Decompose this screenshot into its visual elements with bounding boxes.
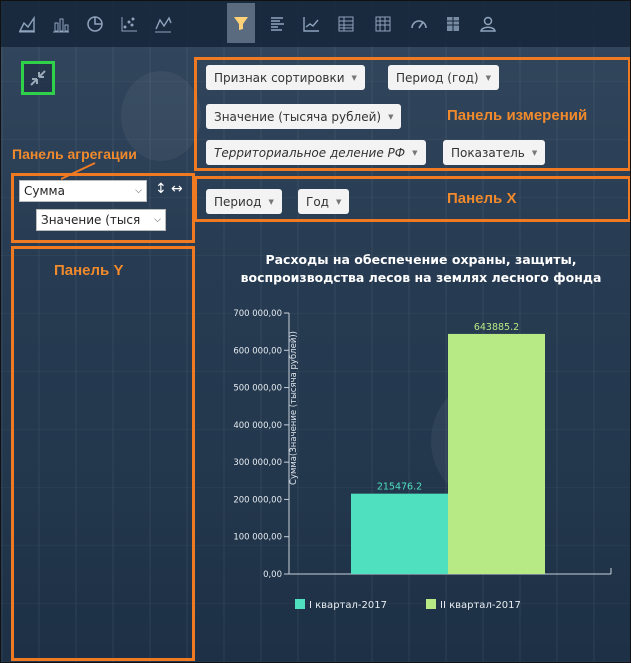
pie-chart-icon xyxy=(87,16,103,32)
gauge-icon xyxy=(411,20,427,29)
bar-chart-icon xyxy=(53,18,69,33)
chip-label: Значение (тысяча рублей) xyxy=(214,109,382,124)
caret-down-icon: ▼ xyxy=(531,148,538,157)
legend-label: II квартал-2017 xyxy=(440,600,521,611)
line-area-icon xyxy=(155,16,172,33)
y-tick-label: 700 000,00 xyxy=(233,309,282,319)
chip-label: Период xyxy=(214,194,262,209)
legend-swatch xyxy=(426,599,436,609)
area-chart-icon xyxy=(18,15,35,33)
bar-chart-button[interactable] xyxy=(47,10,75,38)
caret-down-icon: ▼ xyxy=(335,197,342,206)
line-area-button[interactable] xyxy=(149,10,177,38)
y-tick-label: 600 000,00 xyxy=(233,346,282,356)
chart-type-toolbar xyxy=(1,1,630,47)
chart-title: Расходы на обеспечение охраны, защиты, в… xyxy=(211,251,630,287)
collapse-arrows-icon xyxy=(30,70,46,86)
pivot-table-button[interactable] xyxy=(369,10,397,38)
line-chart-button[interactable] xyxy=(297,10,325,38)
line-chart-icon xyxy=(303,17,319,32)
select-value: Значение (тыся xyxy=(41,213,141,227)
caret-down-icon: ▼ xyxy=(268,197,274,206)
bar xyxy=(351,493,448,574)
y-tick-label: 200 000,00 xyxy=(233,495,282,505)
caret-down-icon: ▼ xyxy=(388,112,394,121)
table-chart-button[interactable] xyxy=(332,10,360,38)
chip-label: Год xyxy=(306,194,329,209)
chip-label: Период (год) xyxy=(396,70,479,85)
chart-title-line2: воспроизводства лесов на землях лесного … xyxy=(240,270,602,285)
x-chip-period[interactable]: Период ▼ xyxy=(206,189,282,214)
chart-title-line1: Расходы на обеспечение охраны, защиты, xyxy=(265,252,577,267)
select-value: Сумма xyxy=(24,184,65,198)
stacked-bar-button[interactable] xyxy=(263,10,291,38)
chevron-down-icon: ⌵ xyxy=(135,186,142,196)
sort-vertical-icon[interactable]: ↕ xyxy=(155,181,167,197)
dimensions-panel-label: Панель измерений xyxy=(447,107,588,124)
user-icon xyxy=(480,16,496,32)
grid-table-button[interactable] xyxy=(439,10,467,38)
caret-down-icon: ▼ xyxy=(351,73,357,82)
funnel-chart-button[interactable] xyxy=(227,3,255,43)
y-tick-label: 100 000,00 xyxy=(233,533,282,543)
y-panel xyxy=(11,246,195,661)
caret-down-icon: ▼ xyxy=(412,148,418,157)
y-panel-label: Панель Y xyxy=(54,262,124,279)
pie-chart-button[interactable] xyxy=(81,10,109,38)
app-window: Признак сортировки ▼ Период (год) ▼ Значен… xyxy=(0,0,631,663)
dimension-chip-value[interactable]: Значение (тысяча рублей) ▼ xyxy=(206,104,402,129)
caret-down-icon: ▼ xyxy=(485,73,491,82)
dimension-chip-period-year[interactable]: Период (год) ▼ xyxy=(388,65,499,90)
legend-swatch xyxy=(295,599,305,609)
chip-label: Признак сортировки xyxy=(214,70,345,85)
scatter-chart-button[interactable] xyxy=(115,10,143,38)
stacked-bar-icon xyxy=(271,17,284,31)
dimension-chip-territory[interactable]: Территориальное деление РФ ▼ xyxy=(206,140,426,165)
area-chart-button[interactable] xyxy=(13,10,41,38)
dimension-chip-indicator[interactable]: Показатель ▼ xyxy=(443,140,546,165)
aggregation-panel-label: Панель агрегации xyxy=(12,146,137,162)
x-panel-label: Панель X xyxy=(447,190,517,207)
chevron-down-icon: ⌵ xyxy=(154,215,161,225)
chip-label: Территориальное деление РФ xyxy=(214,145,406,160)
aggregation-field-select[interactable]: Значение (тыся ⌵ xyxy=(36,209,166,231)
bar xyxy=(448,333,545,574)
x-chip-year[interactable]: Год ▼ xyxy=(298,189,350,214)
aggregation-function-select[interactable]: Сумма ⌵ xyxy=(19,180,147,202)
bar-chart: 0,00 100 000,00 200 000,00 300 000,00 400 00… xyxy=(233,309,612,611)
dimension-chip-sort[interactable]: Признак сортировки ▼ xyxy=(206,65,365,90)
pivot-table-icon xyxy=(375,16,391,32)
grid-table-icon xyxy=(447,17,459,31)
chip-label: Показатель xyxy=(451,145,525,160)
y-axis-label: Сумма(Значение (тысяча рублей)) xyxy=(289,331,299,485)
table-chart-icon xyxy=(338,16,354,32)
bar-value-label: 215476.2 xyxy=(377,482,422,493)
collapse-panels-button[interactable] xyxy=(21,61,55,95)
y-tick-label: 0,00 xyxy=(263,570,282,580)
bar-value-label: 643885.2 xyxy=(474,322,519,333)
y-tick-label: 500 000,00 xyxy=(233,384,282,394)
sort-horizontal-icon[interactable]: ↔ xyxy=(171,181,183,197)
scatter-chart-icon xyxy=(121,17,137,32)
y-tick-label: 300 000,00 xyxy=(233,458,282,468)
funnel-chart-icon xyxy=(234,17,248,30)
gauge-button[interactable] xyxy=(405,10,433,38)
legend-label: I квартал-2017 xyxy=(309,600,387,611)
user-button[interactable] xyxy=(474,10,502,38)
y-tick-label: 400 000,00 xyxy=(233,421,282,431)
